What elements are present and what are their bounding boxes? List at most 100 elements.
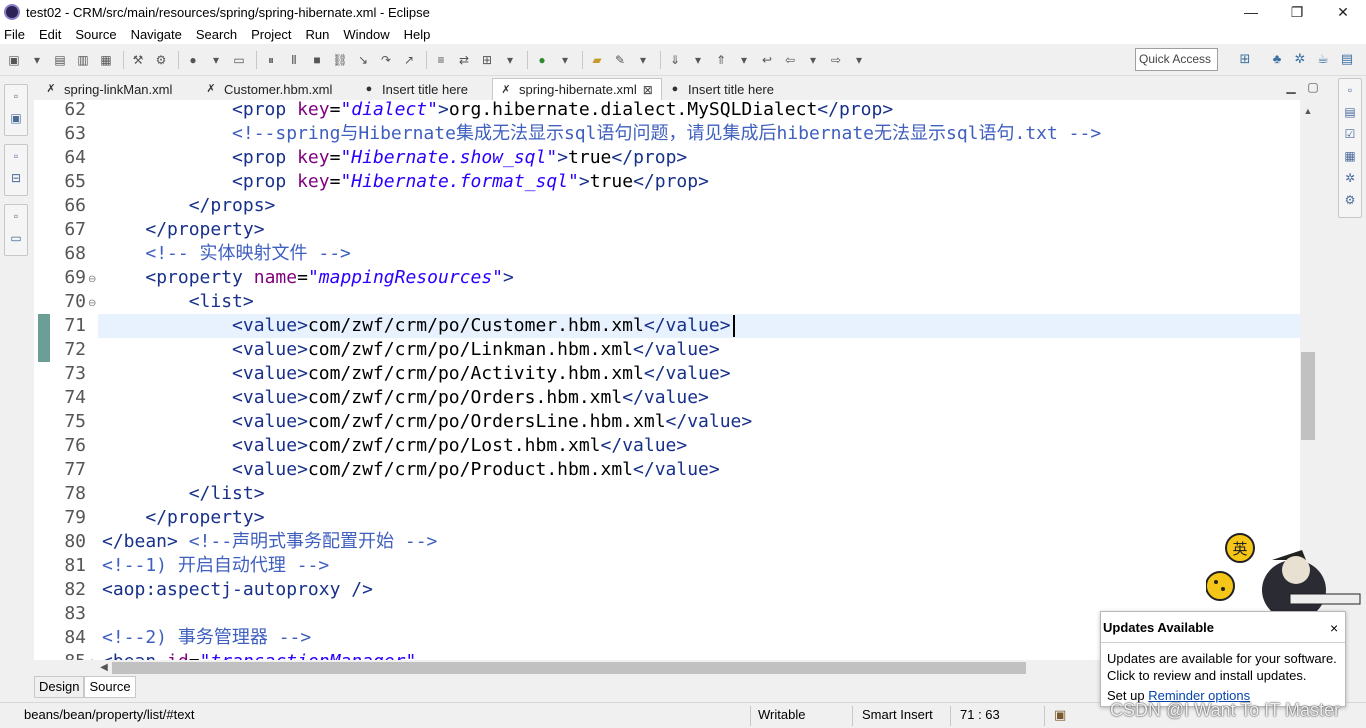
hierarchy-icon[interactable]: ⊟ (5, 167, 27, 189)
java-ee-perspective-icon[interactable]: ♣ (1268, 50, 1286, 68)
server-icon[interactable]: ⊞ (479, 52, 495, 68)
menu-help[interactable]: Help (404, 27, 431, 42)
scroll-up-icon[interactable]: ▲ (1300, 106, 1316, 120)
back-icon[interactable]: ⇦ (782, 52, 798, 68)
menu-file[interactable]: File (4, 27, 25, 42)
java-perspective-icon[interactable]: ☕ (1314, 50, 1332, 68)
code-line[interactable]: </property> (102, 218, 264, 242)
terminal-icon[interactable]: ▭ (231, 52, 247, 68)
variables-icon[interactable]: ⚙ (1339, 189, 1361, 211)
menu-search[interactable]: Search (196, 27, 237, 42)
code-line[interactable]: <!--2) 事务管理器 --> (102, 626, 311, 650)
vertical-scroll-thumb[interactable] (1301, 352, 1315, 440)
step-over-icon[interactable]: ↷ (378, 52, 394, 68)
code-line[interactable]: <bean id="transactionManager" (102, 650, 416, 660)
package-explorer-icon[interactable]: ▣ (5, 107, 27, 129)
code-line[interactable]: </list> (102, 482, 265, 506)
code-line[interactable]: <value>com/zwf/crm/po/Activity.hbm.xml</… (102, 362, 731, 386)
code-line[interactable]: <!--1) 开启自动代理 --> (102, 554, 329, 578)
skip-breakpoints-icon[interactable]: ⏸ (263, 52, 279, 68)
code-line[interactable]: </props> (102, 194, 276, 218)
fold-toggle-icon[interactable]: ⊖ (88, 298, 96, 309)
browsing-perspective-icon[interactable]: ▤ (1338, 50, 1356, 68)
tab-design[interactable]: Design (34, 676, 85, 698)
console-icon[interactable]: ▭ (5, 227, 27, 249)
terminate-icon[interactable]: ■ (309, 52, 325, 68)
disconnect-icon[interactable]: ⛓ (332, 52, 348, 68)
dropdown-icon[interactable]: ▾ (29, 52, 45, 68)
menu-run[interactable]: Run (306, 27, 330, 42)
progress-icon[interactable]: ▣ (1054, 707, 1066, 723)
tab-spring-linkman[interactable]: ✗ spring-linkMan.xml (38, 78, 198, 100)
minimize-view-icon[interactable]: ▁ (1280, 80, 1302, 94)
menu-edit[interactable]: Edit (39, 27, 61, 42)
code-line[interactable]: </bean> <!--声明式事务配置开始 --> (102, 530, 437, 554)
use-step-filters-icon[interactable]: ≡ (433, 52, 449, 68)
code-line[interactable]: <prop key="Hibernate.show_sql">true</pro… (102, 146, 687, 170)
step-into-icon[interactable]: ↘ (355, 52, 371, 68)
restore-view-icon[interactable]: ▫ (1339, 79, 1361, 101)
save-icon[interactable]: ▤ (52, 52, 68, 68)
menu-window[interactable]: Window (343, 27, 389, 42)
maximize-view-icon[interactable]: ▢ (1302, 80, 1324, 94)
task-list-icon[interactable]: ☑ (1339, 123, 1361, 145)
tab-source[interactable]: Source (84, 676, 136, 698)
dropdown-icon[interactable]: ▾ (736, 52, 752, 68)
dropdown-icon[interactable]: ▾ (208, 52, 224, 68)
code-line[interactable]: <property name="mappingResources"> (102, 266, 514, 290)
code-line[interactable]: <prop key="Hibernate.format_sql">true</p… (102, 170, 709, 194)
dropdown-icon[interactable]: ▾ (851, 52, 867, 68)
restore-view-icon[interactable]: ▫ (5, 145, 27, 167)
code-line[interactable]: <prop key="dialect">org.hibernate.dialec… (102, 100, 893, 122)
profile-icon[interactable]: ● (185, 52, 201, 68)
dropdown-icon[interactable]: ▾ (690, 52, 706, 68)
menu-project[interactable]: Project (251, 27, 291, 42)
last-edit-icon[interactable]: ↩ (759, 52, 775, 68)
code-line[interactable]: <value>com/zwf/crm/po/Linkman.hbm.xml</v… (102, 338, 720, 362)
xml-source-editor[interactable]: 62 63 64 65 66 67 68 69 ⊖ 70 ⊖ 71 72 73 74 75 76 77 78 79 80… (34, 100, 1316, 660)
print-icon[interactable]: ▦ (98, 52, 114, 68)
dropdown-icon[interactable]: ▾ (805, 52, 821, 68)
restore-view-icon[interactable]: ▫ (5, 205, 27, 227)
new-icon[interactable]: ▣ (6, 52, 22, 68)
prev-annotation-icon[interactable]: ⇑ (713, 52, 729, 68)
code-line[interactable]: <value>com/zwf/crm/po/Orders.hbm.xml</va… (102, 386, 709, 410)
updates-notification[interactable]: Updates Available × Updates are availabl… (1100, 611, 1346, 707)
run-icon[interactable]: ● (534, 52, 550, 68)
close-tab-icon[interactable]: ⊠ (643, 83, 653, 97)
restore-view-icon[interactable]: ▫ (5, 85, 27, 107)
close-icon[interactable]: ✕ (1320, 0, 1366, 24)
code-line[interactable]: <value>com/zwf/crm/po/Lost.hbm.xml</valu… (102, 434, 687, 458)
debug-perspective-icon[interactable]: ✲ (1291, 50, 1309, 68)
drop-to-frame-icon[interactable]: ⇄ (456, 52, 472, 68)
suspend-icon[interactable]: Ⅱ (286, 52, 302, 68)
save-all-icon[interactable]: ▥ (75, 52, 91, 68)
restore-icon[interactable]: ❐ (1274, 0, 1320, 24)
horizontal-scrollbar[interactable]: ◀ (96, 660, 1100, 676)
menu-source[interactable]: Source (75, 27, 116, 42)
properties-icon[interactable]: ▦ (1339, 145, 1361, 167)
code-line[interactable]: </property> (102, 506, 264, 530)
step-return-icon[interactable]: ↗ (401, 52, 417, 68)
fold-toggle-icon[interactable]: ⊖ (88, 274, 96, 285)
next-annotation-icon[interactable]: ⇓ (667, 52, 683, 68)
scroll-left-icon[interactable]: ◀ (96, 660, 112, 676)
build-icon[interactable]: ⚒ (130, 52, 146, 68)
minimize-icon[interactable]: — (1228, 0, 1274, 24)
dropdown-icon[interactable]: ▾ (635, 52, 651, 68)
clean-icon[interactable]: ⚙ (153, 52, 169, 68)
debug-view-icon[interactable]: ✲ (1339, 167, 1361, 189)
code-line[interactable]: <aop:aspectj-autoproxy /> (102, 578, 373, 602)
dropdown-icon[interactable]: ▾ (502, 52, 518, 68)
pencil-icon[interactable]: ✎ (612, 52, 628, 68)
code-line[interactable]: <!-- 实体映射文件 --> (102, 242, 351, 266)
code-area[interactable]: <prop key="dialect">org.hibernate.dialec… (98, 100, 1316, 660)
tab-customer-hbm[interactable]: ✗ Customer.hbm.xml (198, 78, 356, 100)
tab-insert-title-2[interactable]: ● Insert title here (662, 78, 802, 100)
code-line[interactable]: <value>com/zwf/crm/po/Product.hbm.xml</v… (102, 458, 720, 482)
quick-access-input[interactable]: Quick Access (1135, 48, 1218, 71)
menu-navigate[interactable]: Navigate (131, 27, 182, 42)
code-line[interactable]: <value>com/zwf/crm/po/OrdersLine.hbm.xml… (102, 410, 752, 434)
horizontal-scroll-thumb[interactable] (112, 662, 1026, 674)
tab-spring-hibernate[interactable]: ✗ spring-hibernate.xml ⊠ (492, 78, 662, 100)
